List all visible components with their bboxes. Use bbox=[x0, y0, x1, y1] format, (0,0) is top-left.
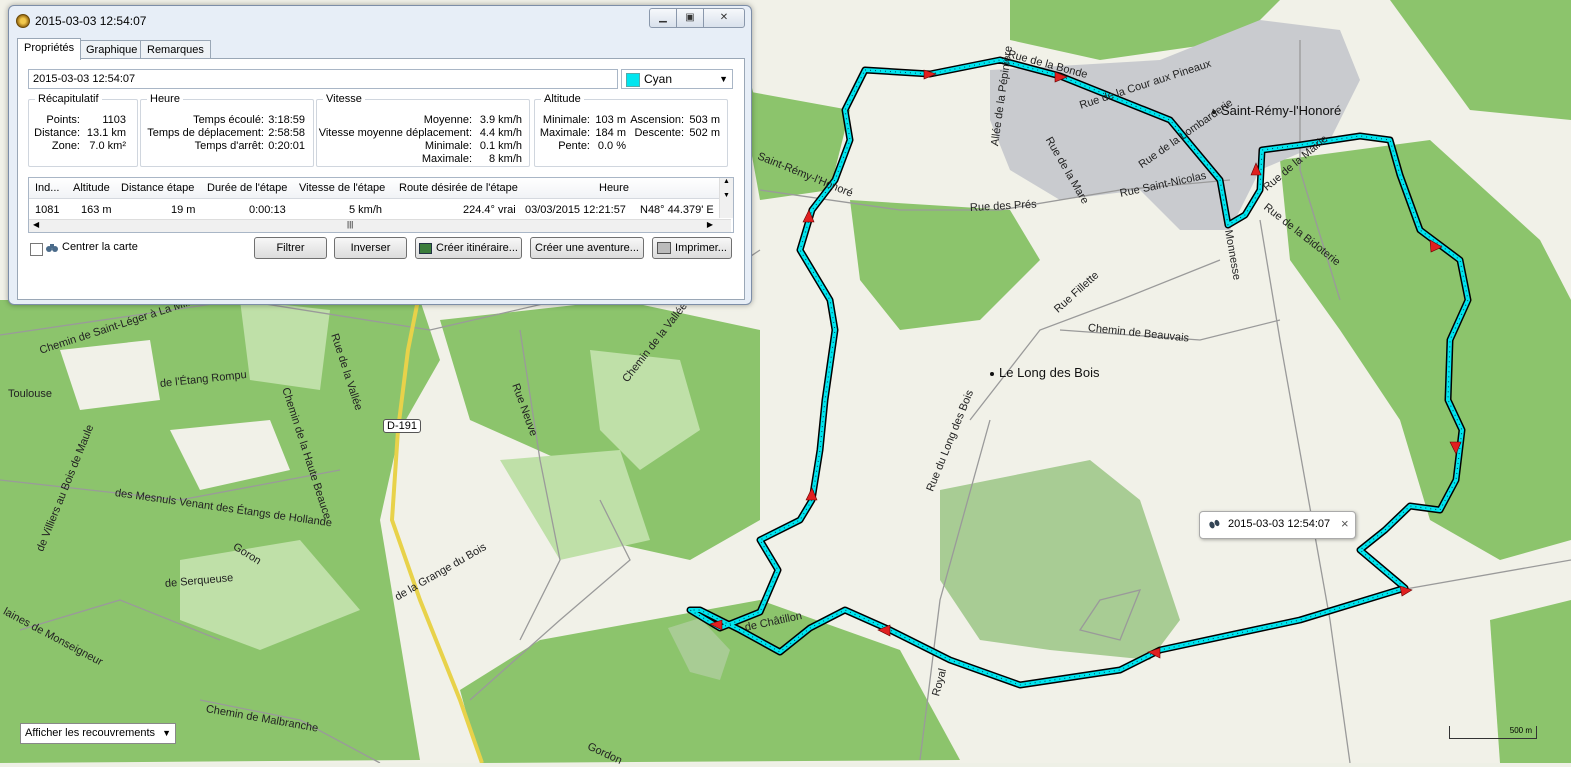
cell-course: 224.4° vrai bbox=[463, 204, 516, 216]
window-titlebar[interactable]: 2015-03-03 12:54:07 ▁ ▣ ✕ bbox=[9, 6, 751, 34]
vertical-scrollbar[interactable]: ▲ ▼ bbox=[719, 178, 733, 218]
track-properties-window[interactable]: 2015-03-03 12:54:07 ▁ ▣ ✕ Propriétés Gra… bbox=[8, 5, 752, 305]
col-header[interactable]: Durée de l'étape bbox=[207, 182, 287, 194]
alt-min-label: Minimale: bbox=[542, 114, 590, 126]
cell-index: 1081 bbox=[35, 204, 60, 216]
table-row[interactable]: 1081 163 m 19 m 0:00:13 5 km/h 224.4° vr… bbox=[29, 200, 719, 218]
center-map-checkbox[interactable] bbox=[30, 243, 43, 256]
chevron-down-icon: ▼ bbox=[719, 74, 728, 84]
filter-button[interactable]: Filtrer bbox=[254, 237, 327, 259]
cell-altitude: 163 m bbox=[81, 204, 112, 216]
col-header[interactable]: Vitesse de l'étape bbox=[299, 182, 385, 194]
binoculars-icon bbox=[46, 244, 58, 252]
cell-duration: 0:00:13 bbox=[249, 204, 286, 216]
horizontal-scrollbar[interactable]: ◀ ||| ▶ bbox=[29, 219, 731, 232]
street-label: Toulouse bbox=[8, 388, 53, 400]
alt-max-value: 184 m bbox=[595, 127, 626, 139]
moving-avg-speed-value: 4.4 km/h bbox=[479, 127, 522, 139]
create-route-label: Créer itinéraire... bbox=[436, 242, 518, 254]
tab-graph[interactable]: Graphique bbox=[79, 40, 145, 59]
zone-value: 7.0 km² bbox=[89, 140, 126, 152]
close-icon[interactable]: × bbox=[1341, 516, 1349, 531]
printer-icon bbox=[657, 242, 672, 255]
app-icon bbox=[16, 14, 30, 28]
create-adventure-button[interactable]: Créer une aventure... bbox=[530, 237, 644, 259]
maximize-button[interactable]: ▣ bbox=[676, 8, 704, 28]
distance-value: 13.1 km bbox=[86, 127, 126, 139]
scale-label: 500 m bbox=[1509, 726, 1532, 735]
col-header[interactable]: Route désirée de l'étape bbox=[399, 182, 518, 194]
col-header[interactable]: Ind... bbox=[35, 182, 59, 194]
track-color-select[interactable]: Cyan ▼ bbox=[621, 69, 733, 89]
altitude-legend: Altitude bbox=[544, 93, 581, 105]
print-button[interactable]: Imprimer... bbox=[652, 237, 732, 259]
invert-button[interactable]: Inverser bbox=[334, 237, 407, 259]
popup-title: 2015-03-03 12:54:07 bbox=[1228, 518, 1331, 530]
color-name: Cyan bbox=[644, 72, 673, 86]
elapsed-label: Temps écoulé: bbox=[193, 114, 264, 126]
table-header: Ind... Altitude Distance étape Durée de … bbox=[29, 178, 719, 199]
points-value: 1103 bbox=[102, 114, 126, 126]
max-speed-label: Maximale: bbox=[421, 153, 472, 165]
road-shield: D-191 bbox=[383, 419, 421, 433]
ascent-label: Ascension: bbox=[630, 114, 684, 126]
cell-distance: 19 m bbox=[171, 204, 196, 216]
close-button[interactable]: ✕ bbox=[703, 8, 745, 28]
color-swatch bbox=[626, 73, 640, 87]
cell-speed: 5 km/h bbox=[349, 204, 383, 216]
overlay-select[interactable]: Afficher les recouvrements ▼ bbox=[20, 723, 176, 744]
col-header[interactable]: Distance étape bbox=[121, 182, 194, 194]
descent-value: 502 m bbox=[689, 127, 720, 139]
chevron-down-icon: ▼ bbox=[162, 728, 171, 738]
cell-position: N48° 44.379' E bbox=[640, 204, 714, 216]
moving-avg-speed-label: Vitesse moyenne déplacement: bbox=[318, 127, 472, 139]
avg-speed-label: Moyenne: bbox=[423, 114, 472, 126]
alt-min-value: 103 m bbox=[595, 114, 626, 126]
tab-notes[interactable]: Remarques bbox=[140, 40, 211, 59]
properties-panel: 2015-03-03 12:54:07 Cyan ▼ Récapitulatif… bbox=[17, 58, 745, 300]
moving-time-label: Temps de déplacement: bbox=[147, 127, 264, 139]
ascent-value: 503 m bbox=[689, 114, 720, 126]
avg-speed-value: 3.9 km/h bbox=[479, 114, 522, 126]
print-label: Imprimer... bbox=[675, 242, 727, 254]
points-label: Points: bbox=[46, 114, 80, 126]
slope-value: 0.0 % bbox=[597, 140, 626, 152]
max-speed-value: 8 km/h bbox=[488, 153, 522, 165]
descent-label: Descente: bbox=[634, 127, 684, 139]
alt-max-label: Maximale: bbox=[539, 127, 590, 139]
moving-time-value: 2:58:58 bbox=[268, 127, 305, 139]
route-icon bbox=[419, 242, 433, 254]
col-header[interactable]: Altitude bbox=[73, 182, 110, 194]
track-popup[interactable]: 2015-03-03 12:54:07 × bbox=[1199, 511, 1356, 539]
stopped-time-label: Temps d'arrêt: bbox=[194, 140, 264, 152]
zone-label: Zone: bbox=[51, 140, 80, 152]
min-speed-label: Minimale: bbox=[424, 140, 472, 152]
minimize-button[interactable]: ▁ bbox=[649, 8, 677, 28]
col-header[interactable]: Heure bbox=[599, 182, 629, 194]
window-title: 2015-03-03 12:54:07 bbox=[35, 14, 147, 28]
slope-label: Pente: bbox=[558, 140, 590, 152]
town-label-long-des-bois: Le Long des Bois bbox=[990, 365, 1099, 380]
scale-bar: 500 m bbox=[1449, 726, 1537, 739]
center-map-label: Centrer la carte bbox=[62, 241, 138, 253]
track-name-input[interactable]: 2015-03-03 12:54:07 bbox=[28, 69, 618, 89]
speed-legend: Vitesse bbox=[326, 93, 362, 105]
tab-properties[interactable]: Propriétés bbox=[17, 38, 82, 60]
time-legend: Heure bbox=[150, 93, 180, 105]
cell-time: 03/03/2015 12:21:57 bbox=[525, 204, 626, 216]
overlay-select-value: Afficher les recouvrements bbox=[25, 727, 156, 739]
stopped-time-value: 0:20:01 bbox=[268, 140, 305, 152]
distance-label: Distance: bbox=[34, 127, 80, 139]
elapsed-value: 3:18:59 bbox=[268, 114, 305, 126]
summary-legend: Récapitulatif bbox=[38, 93, 99, 105]
create-route-button[interactable]: Créer itinéraire... bbox=[415, 237, 522, 259]
min-speed-value: 0.1 km/h bbox=[479, 140, 522, 152]
footprints-icon bbox=[1209, 519, 1220, 529]
track-points-table[interactable]: Ind... Altitude Distance étape Durée de … bbox=[28, 177, 734, 233]
